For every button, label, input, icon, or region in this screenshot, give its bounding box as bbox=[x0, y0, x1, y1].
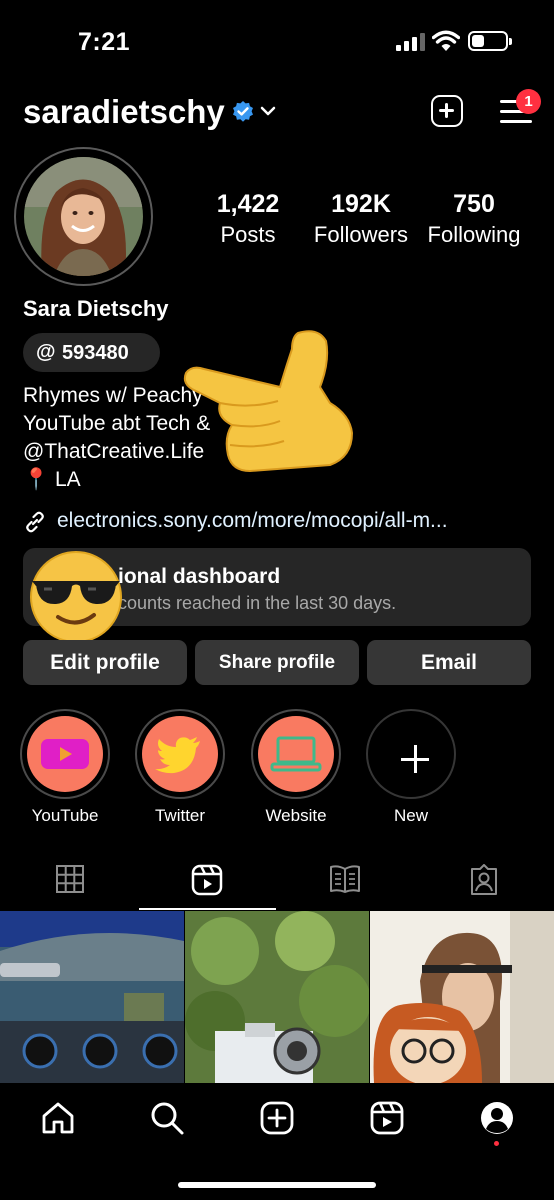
stat-followers-value: 192K bbox=[331, 190, 391, 218]
search-icon[interactable] bbox=[149, 1100, 185, 1136]
highlight-label: Twitter bbox=[154, 806, 206, 825]
highlight-website[interactable] bbox=[251, 709, 341, 799]
avatar[interactable] bbox=[24, 157, 143, 276]
create-post-button[interactable] bbox=[431, 95, 463, 127]
tagged-icon[interactable] bbox=[469, 864, 499, 896]
email-button[interactable]: Email bbox=[367, 640, 531, 685]
active-tab-indicator bbox=[139, 908, 276, 910]
wifi-icon bbox=[432, 30, 460, 51]
threads-badge[interactable]: @ 593480 bbox=[23, 333, 160, 372]
pointing-hand-emoji-sticker bbox=[183, 330, 354, 473]
stat-following[interactable]: 750 Following bbox=[422, 190, 526, 248]
post-thumbnail[interactable] bbox=[0, 911, 184, 1083]
edit-profile-button[interactable]: Edit profile bbox=[23, 640, 187, 685]
verified-badge-icon bbox=[233, 101, 253, 122]
sunglasses-emoji-sticker bbox=[30, 551, 122, 643]
threads-icon: @ bbox=[36, 341, 56, 363]
notification-badge: 1 bbox=[516, 89, 541, 114]
stat-posts-label: Posts bbox=[220, 222, 276, 247]
highlight-label: YouTube bbox=[31, 806, 99, 825]
laptop-icon bbox=[270, 736, 322, 772]
threads-count: 593480 bbox=[62, 342, 129, 364]
profile-link[interactable]: electronics.sony.com/more/mocopi/all-m..… bbox=[57, 509, 448, 533]
share-profile-button[interactable]: Share profile bbox=[195, 640, 359, 685]
highlight-youtube[interactable] bbox=[20, 709, 110, 799]
link-icon bbox=[26, 511, 44, 533]
profile-icon[interactable] bbox=[479, 1100, 515, 1136]
reels-nav-icon[interactable] bbox=[369, 1100, 405, 1136]
post-thumbnail[interactable] bbox=[370, 911, 554, 1083]
home-indicator bbox=[178, 1182, 376, 1188]
home-icon[interactable] bbox=[40, 1100, 76, 1136]
bio-location: 📍 LA bbox=[23, 468, 81, 491]
guides-icon[interactable] bbox=[329, 864, 361, 894]
highlight-label: New bbox=[393, 806, 428, 825]
bio-mention-link[interactable]: @ThatCreative.Life bbox=[23, 440, 204, 464]
dashboard-subtitle: counts reached in the last 30 days. bbox=[118, 593, 397, 613]
twitter-icon bbox=[155, 737, 200, 774]
dashboard-title: ional dashboard bbox=[118, 565, 281, 588]
youtube-icon bbox=[41, 739, 89, 769]
highlight-label: Website bbox=[265, 806, 327, 825]
full-name: Sara Dietschy bbox=[23, 296, 169, 321]
highlight-new[interactable] bbox=[366, 709, 456, 799]
post-thumbnail[interactable] bbox=[185, 911, 369, 1083]
create-icon[interactable] bbox=[259, 1100, 295, 1136]
stat-posts-value: 1,422 bbox=[216, 190, 280, 218]
stat-following-value: 750 bbox=[453, 190, 495, 218]
highlight-twitter[interactable] bbox=[135, 709, 225, 799]
activity-dot bbox=[494, 1141, 499, 1146]
grid-icon[interactable] bbox=[55, 864, 85, 894]
profile-username[interactable]: saradietschy bbox=[23, 93, 225, 131]
battery-icon bbox=[468, 31, 512, 51]
bio-line: Rhymes w/ Peachy bbox=[23, 384, 203, 407]
chevron-down-icon[interactable] bbox=[259, 104, 277, 118]
stat-following-label: Following bbox=[427, 222, 521, 247]
cellular-signal-icon bbox=[396, 33, 426, 51]
status-time: 7:21 bbox=[78, 28, 131, 56]
stat-posts[interactable]: 1,422 Posts bbox=[208, 190, 288, 248]
stat-followers-label: Followers bbox=[313, 222, 409, 247]
stat-followers[interactable]: 192K Followers bbox=[308, 190, 414, 248]
reels-icon[interactable] bbox=[191, 864, 223, 896]
